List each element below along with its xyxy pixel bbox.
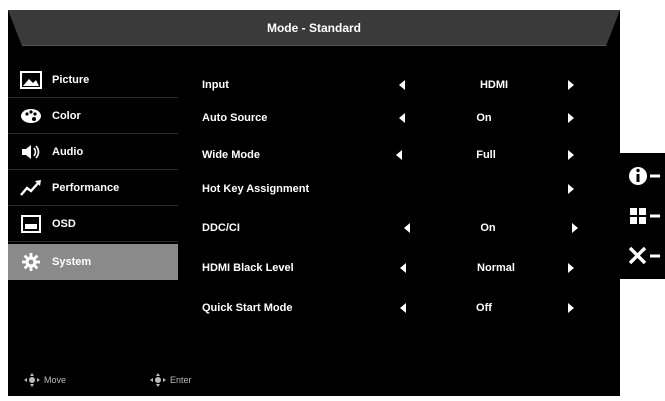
- left-arrow-icon[interactable]: [400, 303, 406, 313]
- setting-label: Wide Mode: [202, 149, 260, 161]
- setting-value: HDMI: [479, 79, 509, 91]
- setting-label: DDC/CI: [202, 222, 240, 234]
- page-title: Mode - Standard: [266, 21, 361, 35]
- sidebar-item-label: System: [52, 256, 92, 268]
- enter-label: Enter: [170, 375, 192, 385]
- right-arrow-icon[interactable]: [568, 150, 574, 160]
- divider: [8, 241, 178, 242]
- sidebar-item-label: Performance: [52, 182, 120, 194]
- setting-row-quick-start-mode[interactable]: Quick Start Mode Off: [202, 298, 582, 318]
- left-arrow-icon[interactable]: [400, 263, 406, 273]
- left-arrow-icon[interactable]: [396, 150, 402, 160]
- right-arrow-icon[interactable]: [568, 80, 574, 90]
- sidebar-item-label: Audio: [52, 146, 84, 158]
- right-arrow-icon[interactable]: [568, 113, 574, 123]
- right-arrow-icon[interactable]: [568, 303, 574, 313]
- sidebar-item-audio[interactable]: Audio: [8, 134, 178, 170]
- setting-label: HDMI Black Level: [202, 262, 294, 274]
- setting-value: Full: [476, 149, 496, 161]
- setting-row-auto-source[interactable]: Auto Source On: [202, 108, 582, 128]
- setting-value: Normal: [477, 262, 515, 274]
- sidebar-item-picture[interactable]: Picture: [8, 62, 178, 98]
- setting-row-input[interactable]: Input HDMI: [202, 75, 582, 95]
- setting-row-hot-key-assignment[interactable]: Hot Key Assignment: [202, 179, 582, 199]
- left-arrow-icon[interactable]: [399, 80, 405, 90]
- footer-hints: Move Enter: [8, 365, 620, 395]
- setting-value: On: [480, 222, 496, 234]
- right-arrow-icon[interactable]: [568, 263, 574, 273]
- setting-row-ddc-ci[interactable]: DDC/CI On: [202, 218, 582, 238]
- close-icon[interactable]: [625, 243, 663, 269]
- right-arrow-icon[interactable]: [572, 223, 578, 233]
- setting-row-wide-mode[interactable]: Wide Mode Full: [202, 145, 582, 165]
- left-arrow-icon[interactable]: [404, 223, 410, 233]
- sidebar-item-label: OSD: [52, 218, 76, 230]
- setting-label: Hot Key Assignment: [202, 183, 310, 195]
- sidebar-item-label: Color: [52, 110, 81, 122]
- dpad-move-icon: [24, 373, 40, 387]
- gear-icon: [22, 253, 40, 271]
- sidebar-item-system[interactable]: System: [8, 244, 178, 280]
- left-arrow-icon[interactable]: [399, 113, 405, 123]
- setting-label: Quick Start Mode: [202, 302, 293, 314]
- setting-value: On: [476, 112, 492, 124]
- performance-icon: [20, 180, 41, 196]
- setting-row-hdmi-black-level[interactable]: HDMI Black Level Normal: [202, 258, 582, 278]
- sidebar-item-osd[interactable]: OSD: [8, 206, 178, 242]
- setting-label: Input: [202, 79, 229, 91]
- color-icon: [21, 109, 41, 123]
- title-bar: Mode - Standard: [8, 10, 620, 46]
- sidebar-item-label: Picture: [52, 74, 90, 86]
- hotkey-side-panel: [620, 153, 665, 279]
- info-icon[interactable]: [625, 163, 663, 189]
- right-arrow-icon[interactable]: [568, 184, 574, 194]
- audio-icon: [22, 145, 40, 159]
- menu-grid-icon[interactable]: [625, 203, 663, 229]
- move-label: Move: [44, 375, 67, 385]
- dpad-enter-icon: [150, 373, 166, 387]
- osd-icon: [21, 215, 41, 233]
- sidebar-item-color[interactable]: Color: [8, 98, 178, 134]
- setting-label: Auto Source: [202, 112, 268, 124]
- picture-icon: [20, 71, 42, 89]
- setting-value: Off: [476, 302, 492, 314]
- sidebar-item-performance[interactable]: Performance: [8, 170, 178, 206]
